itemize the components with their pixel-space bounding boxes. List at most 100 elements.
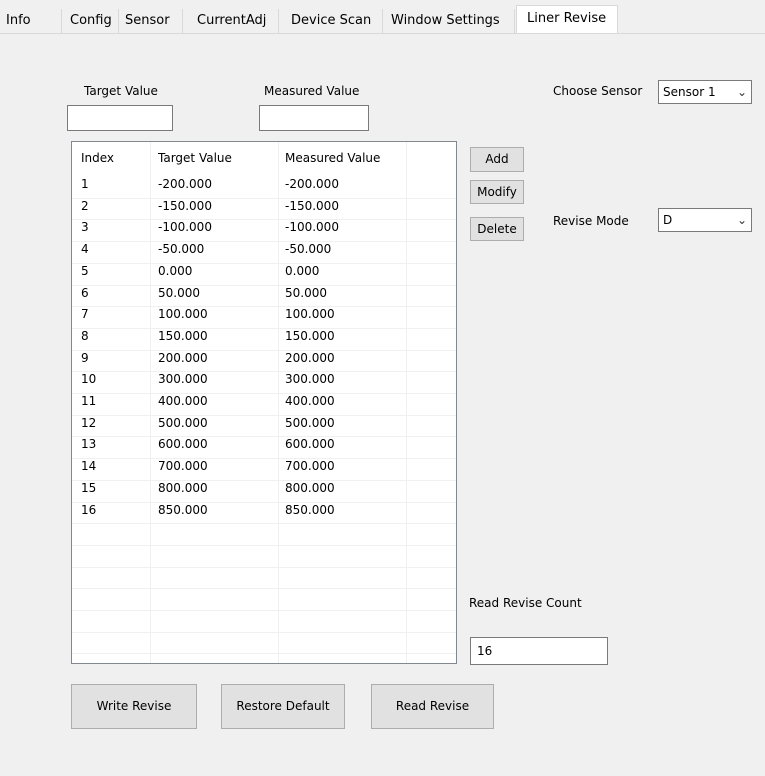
target-value-label: Target Value bbox=[84, 84, 158, 98]
table-cell[interactable]: 300.000 bbox=[285, 372, 335, 386]
tab-label: Info bbox=[6, 13, 31, 28]
table-cell[interactable]: 300.000 bbox=[158, 372, 208, 386]
restore-default-button[interactable]: Restore Default bbox=[221, 684, 345, 729]
table-cell[interactable]: 14 bbox=[81, 459, 96, 473]
table-cell[interactable]: 1 bbox=[81, 177, 89, 191]
table-cell[interactable]: 16 bbox=[81, 503, 96, 517]
column-divider bbox=[150, 142, 151, 663]
row-gridline bbox=[72, 653, 456, 654]
table-cell[interactable]: 200.000 bbox=[158, 351, 208, 365]
column-header-index[interactable]: Index bbox=[81, 151, 114, 165]
table-cell[interactable]: 4 bbox=[81, 242, 89, 256]
table-cell[interactable]: -50.000 bbox=[158, 242, 204, 256]
revise-mode-select[interactable]: D ⌄ bbox=[658, 208, 752, 232]
table-cell[interactable]: -100.000 bbox=[158, 220, 212, 234]
row-gridline bbox=[72, 263, 456, 264]
tab-label: Sensor bbox=[125, 13, 170, 28]
table-cell[interactable]: 100.000 bbox=[285, 307, 335, 321]
chevron-down-icon: ⌄ bbox=[736, 85, 747, 99]
row-gridline bbox=[72, 632, 456, 633]
table-cell[interactable]: 500.000 bbox=[285, 416, 335, 430]
tab-bar: Info Config Sensor CurrentAdj Device Sca… bbox=[0, 0, 765, 34]
table-cell[interactable]: 11 bbox=[81, 394, 96, 408]
add-button[interactable]: Add bbox=[470, 147, 524, 172]
target-value-input[interactable] bbox=[67, 105, 173, 131]
read-revise-count-input[interactable] bbox=[470, 637, 608, 665]
table-cell[interactable]: 700.000 bbox=[158, 459, 208, 473]
row-gridline bbox=[72, 393, 456, 394]
table-cell[interactable]: 12 bbox=[81, 416, 96, 430]
row-gridline bbox=[72, 588, 456, 589]
delete-button[interactable]: Delete bbox=[470, 217, 524, 241]
row-gridline bbox=[72, 502, 456, 503]
table-cell[interactable]: 15 bbox=[81, 481, 96, 495]
row-gridline bbox=[72, 198, 456, 199]
table-cell[interactable]: -150.000 bbox=[285, 199, 339, 213]
table-cell[interactable]: -100.000 bbox=[285, 220, 339, 234]
table-cell[interactable]: 100.000 bbox=[158, 307, 208, 321]
tab-label: Window Settings bbox=[391, 13, 500, 28]
revise-mode-value: D bbox=[663, 213, 673, 227]
table-cell[interactable]: 0.000 bbox=[158, 264, 192, 278]
row-gridline bbox=[72, 458, 456, 459]
table-cell[interactable]: 6 bbox=[81, 286, 89, 300]
chevron-down-icon: ⌄ bbox=[736, 213, 747, 227]
column-divider bbox=[278, 142, 279, 663]
table-cell[interactable]: -200.000 bbox=[285, 177, 339, 191]
table-cell[interactable]: -150.000 bbox=[158, 199, 212, 213]
tab-label: Liner Revise bbox=[527, 11, 607, 26]
table-cell[interactable]: 600.000 bbox=[285, 437, 335, 451]
tab-sensor[interactable]: Sensor bbox=[119, 9, 183, 33]
table-cell[interactable]: 5 bbox=[81, 264, 89, 278]
table-cell[interactable]: 2 bbox=[81, 199, 89, 213]
table-cell[interactable]: 150.000 bbox=[285, 329, 335, 343]
tab-info[interactable]: Info bbox=[0, 9, 62, 33]
row-gridline bbox=[72, 436, 456, 437]
column-divider bbox=[406, 142, 407, 663]
table-cell[interactable]: 800.000 bbox=[285, 481, 335, 495]
table-cell[interactable]: 500.000 bbox=[158, 416, 208, 430]
table-cell[interactable]: -50.000 bbox=[285, 242, 331, 256]
tab-currentadj[interactable]: CurrentAdj bbox=[183, 9, 279, 33]
table-cell[interactable]: 850.000 bbox=[158, 503, 208, 517]
tab-label: Device Scan bbox=[291, 13, 372, 28]
table-cell[interactable]: 10 bbox=[81, 372, 96, 386]
read-revise-button[interactable]: Read Revise bbox=[371, 684, 494, 729]
table-cell[interactable]: 600.000 bbox=[158, 437, 208, 451]
choose-sensor-select[interactable]: Sensor 1 ⌄ bbox=[658, 80, 752, 104]
table-cell[interactable]: 7 bbox=[81, 307, 89, 321]
table-cell[interactable]: 800.000 bbox=[158, 481, 208, 495]
modify-button[interactable]: Modify bbox=[470, 180, 524, 204]
table-cell[interactable]: 200.000 bbox=[285, 351, 335, 365]
table-cell[interactable]: 50.000 bbox=[158, 286, 200, 300]
tab-liner-revise[interactable]: Liner Revise bbox=[516, 5, 618, 34]
tab-device-scan[interactable]: Device Scan bbox=[279, 9, 383, 33]
tab-label: CurrentAdj bbox=[197, 13, 267, 28]
table-cell[interactable]: 0.000 bbox=[285, 264, 319, 278]
row-gridline bbox=[72, 523, 456, 524]
revise-mode-label: Revise Mode bbox=[553, 214, 629, 228]
row-gridline bbox=[72, 371, 456, 372]
table-cell[interactable]: 700.000 bbox=[285, 459, 335, 473]
column-header-measured-value[interactable]: Measured Value bbox=[285, 151, 380, 165]
measured-value-input[interactable] bbox=[259, 105, 369, 131]
revise-table[interactable]: Index Target Value Measured Value 1 -200.… bbox=[71, 141, 457, 664]
table-cell[interactable]: 400.000 bbox=[285, 394, 335, 408]
row-gridline bbox=[72, 306, 456, 307]
row-gridline bbox=[72, 285, 456, 286]
table-cell[interactable]: 3 bbox=[81, 220, 89, 234]
table-cell[interactable]: 9 bbox=[81, 351, 89, 365]
table-cell[interactable]: -200.000 bbox=[158, 177, 212, 191]
table-cell[interactable]: 400.000 bbox=[158, 394, 208, 408]
table-cell[interactable]: 850.000 bbox=[285, 503, 335, 517]
table-cell[interactable]: 50.000 bbox=[285, 286, 327, 300]
column-header-target-value[interactable]: Target Value bbox=[158, 151, 232, 165]
table-cell[interactable]: 13 bbox=[81, 437, 96, 451]
tab-window-settings[interactable]: Window Settings bbox=[383, 9, 515, 33]
row-gridline bbox=[72, 415, 456, 416]
tab-config[interactable]: Config bbox=[62, 9, 119, 33]
table-cell[interactable]: 150.000 bbox=[158, 329, 208, 343]
measured-value-label: Measured Value bbox=[264, 84, 360, 98]
table-cell[interactable]: 8 bbox=[81, 329, 89, 343]
write-revise-button[interactable]: Write Revise bbox=[71, 684, 197, 729]
